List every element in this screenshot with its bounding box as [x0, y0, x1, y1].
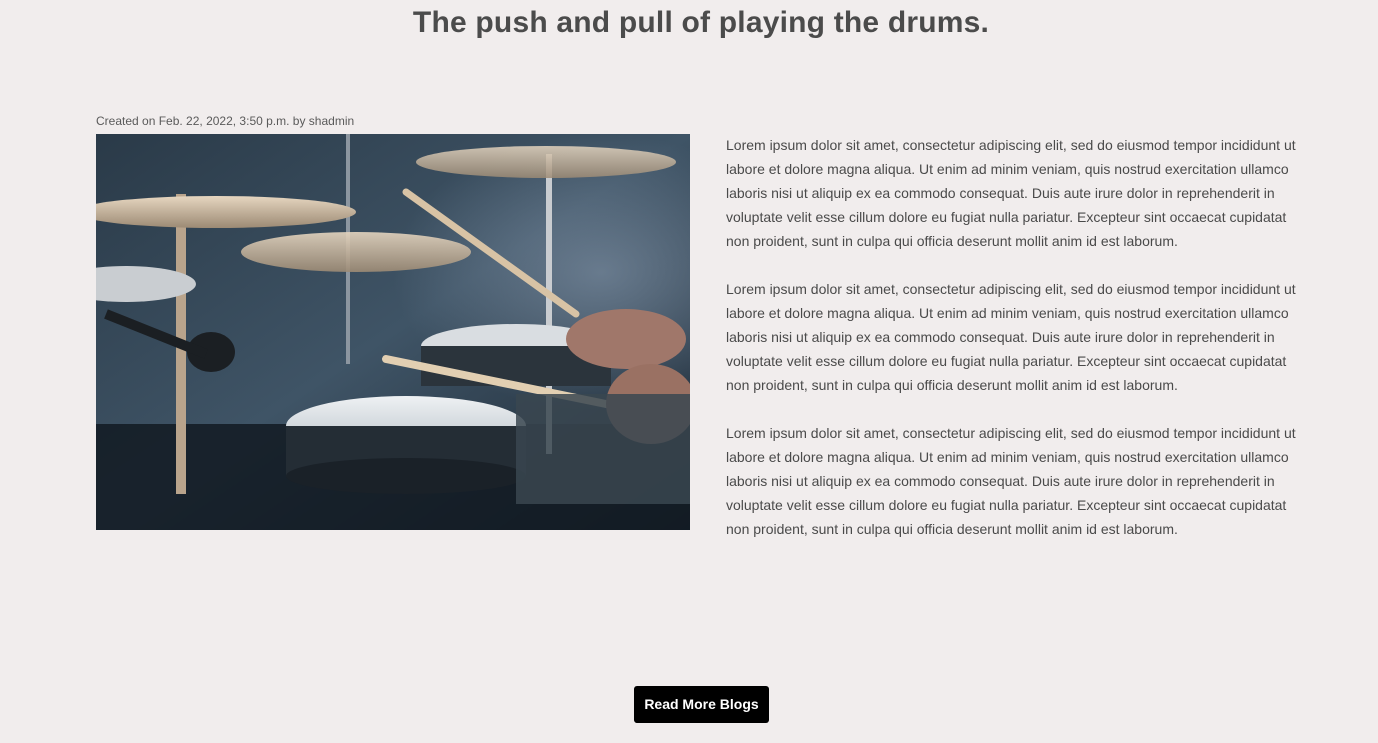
post-paragraph: Lorem ipsum dolor sit amet, consectetur …	[726, 281, 1296, 393]
post-title: The push and pull of playing the drums.	[412, 6, 990, 39]
post-paragraph: Lorem ipsum dolor sit amet, consectetur …	[726, 137, 1296, 249]
read-more-blogs-button[interactable]: Read More Blogs	[634, 686, 769, 723]
post-hero-image	[96, 134, 690, 530]
post-body: Lorem ipsum dolor sit amet, consectetur …	[726, 133, 1306, 565]
drum-kit-photo	[96, 134, 690, 530]
post-paragraph: Lorem ipsum dolor sit amet, consectetur …	[726, 425, 1296, 537]
blog-post-page: The push and pull of playing the drums. …	[0, 0, 1378, 743]
post-meta: Created on Feb. 22, 2022, 3:50 p.m. by s…	[96, 114, 355, 128]
